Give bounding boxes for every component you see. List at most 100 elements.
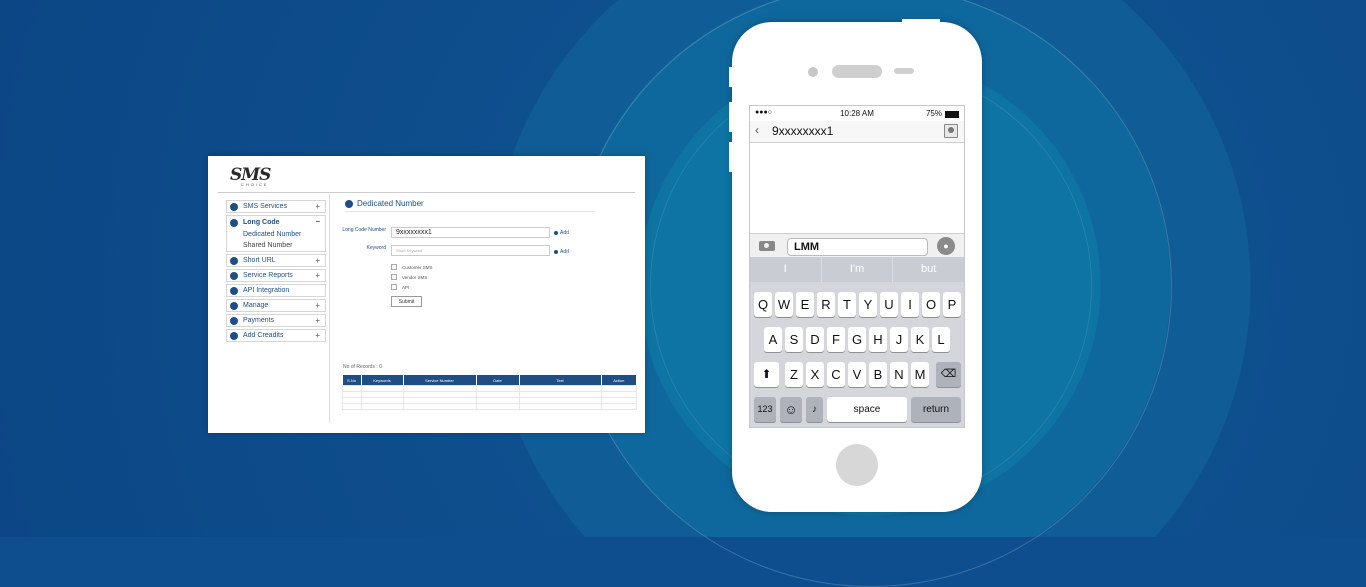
key-c[interactable]: C — [827, 362, 845, 387]
key-i[interactable]: I — [901, 292, 919, 317]
keyword-input[interactable]: Short Keyword — [391, 245, 550, 256]
checkbox-api[interactable]: API — [391, 284, 409, 290]
title-divider — [345, 211, 595, 212]
records-count: No of Records : 0 — [343, 364, 382, 370]
key-w[interactable]: W — [775, 292, 793, 317]
sidebar-item-api-integration[interactable]: API Integration — [226, 284, 326, 297]
add-long-code-button[interactable]: Add — [554, 230, 569, 236]
web-dashboard-panel: SMS CHOICE SMS Services + Long Code − De… — [208, 156, 645, 433]
suggestion[interactable]: I — [750, 257, 822, 282]
add-icon — [554, 231, 558, 235]
volume-up-button — [729, 102, 732, 132]
battery-percent: 75% — [925, 109, 942, 118]
numbers-key[interactable]: 123 — [754, 397, 776, 422]
sidebar-item-payments[interactable]: Payments + — [226, 314, 326, 327]
conversation-header: ‹ 9xxxxxxxx1 — [750, 121, 964, 143]
checkbox-box[interactable] — [391, 274, 397, 280]
expand-icon[interactable]: + — [315, 202, 320, 211]
checkbox-box[interactable] — [391, 284, 397, 290]
sidebar-subitem-shared-number[interactable]: Shared Number — [227, 240, 325, 251]
key-k[interactable]: K — [911, 327, 929, 352]
sidebar-subitem-dedicated-number[interactable]: Dedicated Number — [227, 229, 325, 240]
mute-switch — [729, 67, 732, 87]
key-v[interactable]: V — [848, 362, 866, 387]
space-key[interactable]: space — [827, 397, 907, 422]
expand-icon[interactable]: + — [315, 256, 320, 265]
key-r[interactable]: R — [817, 292, 835, 317]
microphone-icon[interactable]: ● — [937, 237, 955, 255]
contact-number: 9xxxxxxxx1 — [772, 124, 834, 138]
column-header: Service Number — [403, 375, 477, 386]
long-code-select[interactable]: 9xxxxxxxx1 — [391, 227, 550, 238]
suggestion[interactable]: I'm — [822, 257, 894, 282]
key-s[interactable]: S — [785, 327, 803, 352]
sidebar-item-service-reports[interactable]: Service Reports + — [226, 269, 326, 282]
key-q[interactable]: Q — [754, 292, 772, 317]
shift-key[interactable]: ⬆ — [754, 362, 779, 387]
contact-icon[interactable] — [944, 124, 958, 138]
sidebar-item-long-code[interactable]: Long Code − — [227, 216, 325, 229]
key-l[interactable]: L — [932, 327, 950, 352]
key-u[interactable]: U — [880, 292, 898, 317]
records-table: S.No Keywords Service Number Date Text A… — [342, 375, 637, 410]
keyword-label: Keyword — [366, 245, 386, 251]
key-e[interactable]: E — [796, 292, 814, 317]
sidebar-item-manage[interactable]: Manage + — [226, 299, 326, 312]
column-header: S.No — [342, 375, 362, 386]
payments-icon — [230, 316, 238, 325]
key-a[interactable]: A — [764, 327, 782, 352]
add-keyword-button[interactable]: Add — [554, 249, 569, 255]
keyboard: Q W E R T Y U I O P A S D F G H J K L ⬆ … — [750, 282, 964, 427]
expand-icon[interactable]: + — [315, 271, 320, 280]
home-button[interactable] — [836, 444, 878, 486]
sidebar-item-sms-services[interactable]: SMS Services + — [226, 200, 326, 213]
key-t[interactable]: T — [838, 292, 856, 317]
key-d[interactable]: D — [806, 327, 824, 352]
key-f[interactable]: F — [827, 327, 845, 352]
expand-icon[interactable]: + — [315, 331, 320, 340]
sidebar-group-long-code: Long Code − Dedicated Number Shared Numb… — [226, 215, 326, 252]
long-code-icon — [230, 218, 238, 227]
checkbox-vendor-sms[interactable]: Vendor SMS — [391, 274, 427, 280]
proximity-sensor — [894, 68, 914, 74]
collapse-icon[interactable]: − — [315, 217, 320, 226]
logo-subtitle: CHOICE — [241, 182, 269, 187]
volume-down-button — [729, 142, 732, 172]
back-chevron-icon[interactable]: ‹ — [755, 123, 759, 137]
checkbox-customer-sms[interactable]: Customer SMS — [391, 264, 433, 270]
key-y[interactable]: Y — [859, 292, 877, 317]
suggestion[interactable]: but — [893, 257, 964, 282]
key-n[interactable]: N — [890, 362, 908, 387]
sidebar-item-label: Long Code — [243, 219, 280, 226]
add-credits-icon — [230, 331, 238, 340]
key-b[interactable]: B — [869, 362, 887, 387]
sidebar-item-label: Service Reports — [243, 272, 293, 279]
camera-icon[interactable] — [759, 241, 775, 251]
sidebar-item-short-url[interactable]: Short URL + — [226, 254, 326, 267]
column-header: Keywords — [361, 375, 404, 386]
column-header: Text — [519, 375, 602, 386]
key-g[interactable]: G — [848, 327, 866, 352]
sms-services-icon — [230, 202, 238, 211]
sidebar-item-add-credits[interactable]: Add Creadits + — [226, 329, 326, 342]
message-input[interactable]: LMM — [787, 238, 928, 256]
emoji-icon[interactable]: ☺ — [780, 397, 802, 422]
expand-icon[interactable]: + — [315, 301, 320, 310]
submit-button[interactable]: Submit — [391, 296, 422, 307]
key-x[interactable]: X — [806, 362, 824, 387]
key-z[interactable]: Z — [785, 362, 803, 387]
return-key[interactable]: return — [911, 397, 961, 422]
key-j[interactable]: J — [890, 327, 908, 352]
checkbox-box[interactable] — [391, 264, 397, 270]
key-m[interactable]: M — [911, 362, 929, 387]
backspace-key[interactable]: ⌫ — [936, 362, 961, 387]
table-header-row: S.No Keywords Service Number Date Text A… — [342, 375, 637, 386]
dictation-mic-icon[interactable]: ♪ — [806, 397, 823, 422]
expand-icon[interactable]: + — [315, 316, 320, 325]
battery-icon — [945, 111, 959, 118]
key-o[interactable]: O — [922, 292, 940, 317]
key-p[interactable]: P — [943, 292, 961, 317]
power-button — [902, 19, 940, 22]
key-h[interactable]: H — [869, 327, 887, 352]
iphone-mockup: ●●●○ 10:28 AM 75% ‹ 9xxxxxxxx1 LMM ● I I… — [729, 19, 982, 512]
